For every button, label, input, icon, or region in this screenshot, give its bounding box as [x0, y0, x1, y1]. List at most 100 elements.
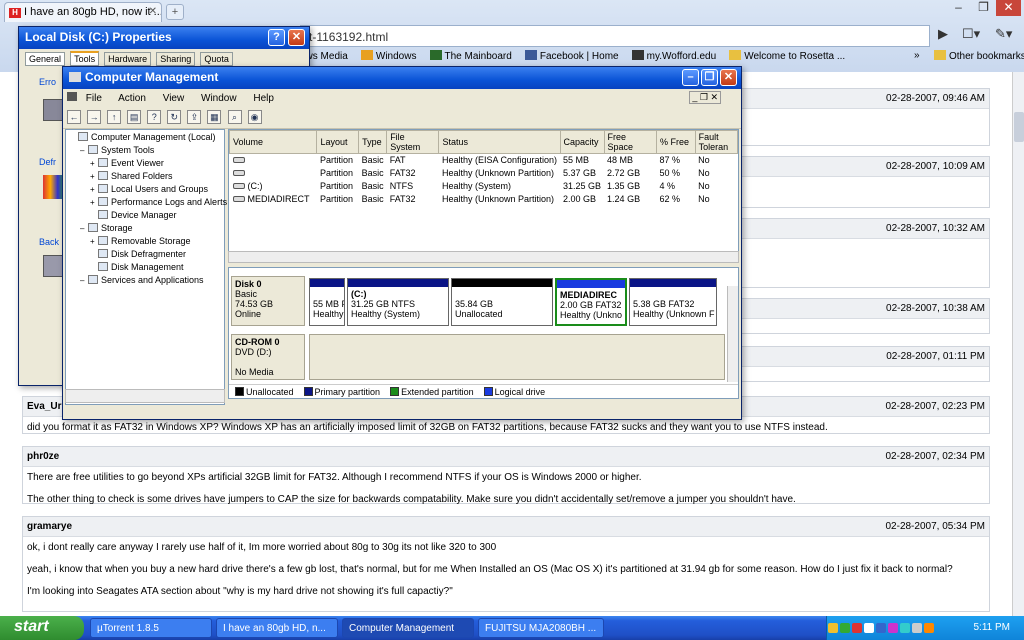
tree-item[interactable]: + Shared Folders	[68, 171, 222, 184]
column-header[interactable]: Status	[438, 130, 561, 154]
tree-item[interactable]: Disk Management	[68, 262, 222, 275]
expand-icon[interactable]: +	[90, 172, 98, 181]
tree-item[interactable]: – System Tools	[68, 145, 222, 158]
properties-icon[interactable]: ▦	[207, 110, 222, 124]
tree-item[interactable]: Computer Management (Local)	[68, 132, 222, 145]
maximize-cm-button[interactable]: ❐	[701, 69, 718, 86]
tray-icon[interactable]	[912, 623, 922, 633]
expand-icon[interactable]: +	[90, 159, 98, 168]
task-fujitsu[interactable]: FUJITSU MJA2080BH ...	[478, 618, 604, 638]
column-header[interactable]: File System	[386, 130, 440, 154]
post-username[interactable]: phr0ze	[27, 451, 59, 462]
expand-icon[interactable]: +	[90, 185, 98, 194]
bookmark-item[interactable]: Welcome to Rosetta ...	[729, 50, 845, 62]
menu-help[interactable]: Help	[253, 93, 274, 104]
tree-hscrollbar[interactable]	[65, 389, 225, 403]
tree-item[interactable]: + Event Viewer	[68, 158, 222, 171]
address-bar[interactable]: t-1163192.html	[300, 25, 930, 47]
child-window-controls[interactable]: _ ❐ ✕	[689, 91, 721, 104]
minimize-cm-button[interactable]: –	[682, 69, 699, 86]
tree-item[interactable]: Device Manager	[68, 210, 222, 223]
new-tab-button[interactable]: +	[166, 4, 184, 20]
tree-item[interactable]: – Storage	[68, 223, 222, 236]
export-icon[interactable]: ⇪	[187, 110, 202, 124]
zoom-icon[interactable]: ⌕	[227, 110, 242, 124]
column-header[interactable]: % Free	[656, 130, 696, 154]
tray-icon[interactable]	[852, 623, 862, 633]
bookmark-item[interactable]: Windows	[360, 50, 416, 62]
tray-icon[interactable]	[828, 623, 838, 633]
tab-quota[interactable]: Quota	[200, 52, 233, 66]
properties-title-bar[interactable]: Local Disk (C:) Properties ? ✕	[19, 27, 309, 49]
bookmark-item[interactable]: Facebook | Home	[524, 50, 619, 62]
task-computer-management[interactable]: Computer Management	[342, 618, 474, 638]
column-header[interactable]: Free Space	[603, 130, 658, 154]
tray-icon[interactable]	[864, 623, 874, 633]
post-username[interactable]: Eva_Ur	[27, 401, 61, 412]
column-header[interactable]: Fault Toleran	[694, 130, 738, 154]
column-header[interactable]: Type	[358, 130, 388, 154]
volume-hscrollbar[interactable]	[228, 251, 739, 263]
tray-icon[interactable]	[888, 623, 898, 633]
partition-block[interactable]: 35.84 GB Unallocated	[451, 278, 553, 326]
expand-icon[interactable]: +	[90, 237, 98, 246]
tray-icon[interactable]	[924, 623, 934, 633]
maximize-browser-button[interactable]: ❐	[971, 0, 996, 16]
close-tab-icon[interactable]: ✕	[149, 6, 157, 17]
tab-tools[interactable]: Tools	[70, 51, 100, 66]
menu-view[interactable]: View	[163, 93, 185, 104]
tab-sharing[interactable]: Sharing	[156, 52, 196, 66]
refresh-icon[interactable]: ↻	[167, 110, 182, 124]
column-header[interactable]: Layout	[316, 130, 360, 154]
partition-block[interactable]: 55 MB F Healthy	[309, 278, 345, 326]
expand-icon[interactable]: +	[90, 198, 98, 207]
table-row[interactable]: (C:) Partition Basic NTFS Healthy (System) 31…	[230, 180, 738, 193]
go-icon[interactable]: ▶	[938, 26, 948, 42]
tray-icon[interactable]	[840, 623, 850, 633]
help-button[interactable]: ?	[268, 29, 285, 46]
partition-block[interactable]: MEDIADIREC 2.00 GB FAT32 Healthy (Unkno	[555, 278, 627, 326]
post-username[interactable]: gramarye	[27, 521, 72, 532]
minimize-browser-button[interactable]: –	[946, 0, 971, 16]
collapse-icon[interactable]: –	[80, 146, 88, 155]
forward-icon[interactable]: →	[87, 110, 102, 124]
partition-block[interactable]: (C:) 31.25 GB NTFS Healthy (System)	[347, 278, 449, 326]
column-header[interactable]: Capacity	[559, 130, 605, 154]
help-icon[interactable]: ?	[147, 110, 162, 124]
bookmark-item[interactable]: my.Wofford.edu	[631, 50, 716, 62]
tab-general[interactable]: General	[25, 52, 66, 66]
column-header[interactable]: Volume	[229, 130, 318, 154]
tree-item[interactable]: + Removable Storage	[68, 236, 222, 249]
menu-action[interactable]: Action	[118, 93, 146, 104]
table-row[interactable]: Partition Basic FAT Healthy (EISA Configura…	[230, 154, 738, 167]
close-properties-button[interactable]: ✕	[288, 29, 305, 46]
close-cm-button[interactable]: ✕	[720, 69, 737, 86]
browser-tab[interactable]: HI have an 80gb HD, now it ... ✕	[4, 2, 162, 22]
partition-block[interactable]: 5.38 GB FAT32 Healthy (Unknown F	[629, 278, 717, 326]
other-bookmarks[interactable]: Other bookmarks	[934, 50, 1024, 62]
page-menu-icon[interactable]: ☐▾	[962, 26, 980, 42]
show-hide-tree-icon[interactable]: ▤	[127, 110, 142, 124]
more-bookmarks-button[interactable]: »	[914, 50, 920, 61]
table-row[interactable]: Partition Basic FAT32 Healthy (Unknown Part…	[230, 167, 738, 180]
tray-icon[interactable]	[900, 623, 910, 633]
tray-icon[interactable]	[876, 623, 886, 633]
start-button[interactable]: start	[0, 616, 84, 640]
back-icon[interactable]: ←	[67, 110, 81, 124]
wrench-icon[interactable]: ✎▾	[995, 26, 1012, 42]
up-folder-icon[interactable]: ↑	[107, 110, 122, 124]
page-scrollbar[interactable]	[1012, 72, 1024, 616]
tree-item[interactable]: – Services and Applications	[68, 275, 222, 288]
disk-vscrollbar[interactable]	[727, 286, 738, 382]
tab-hardware[interactable]: Hardware	[104, 52, 152, 66]
tree-item[interactable]: + Local Users and Groups	[68, 184, 222, 197]
menu-window[interactable]: Window	[201, 93, 237, 104]
bookmark-item[interactable]: The Mainboard	[429, 50, 512, 62]
disk-icon[interactable]: ◉	[247, 110, 262, 124]
collapse-icon[interactable]: –	[80, 276, 88, 285]
tree-item[interactable]: + Performance Logs and Alerts	[68, 197, 227, 210]
close-browser-button[interactable]: ✕	[996, 0, 1021, 16]
table-row[interactable]: MEDIADIRECT Partition Basic FAT32 Healthy (U…	[230, 193, 738, 206]
cdrom-label[interactable]: CD-ROM 0 DVD (D:) No Media	[231, 334, 305, 380]
task-browser[interactable]: I have an 80gb HD, n...	[216, 618, 338, 638]
